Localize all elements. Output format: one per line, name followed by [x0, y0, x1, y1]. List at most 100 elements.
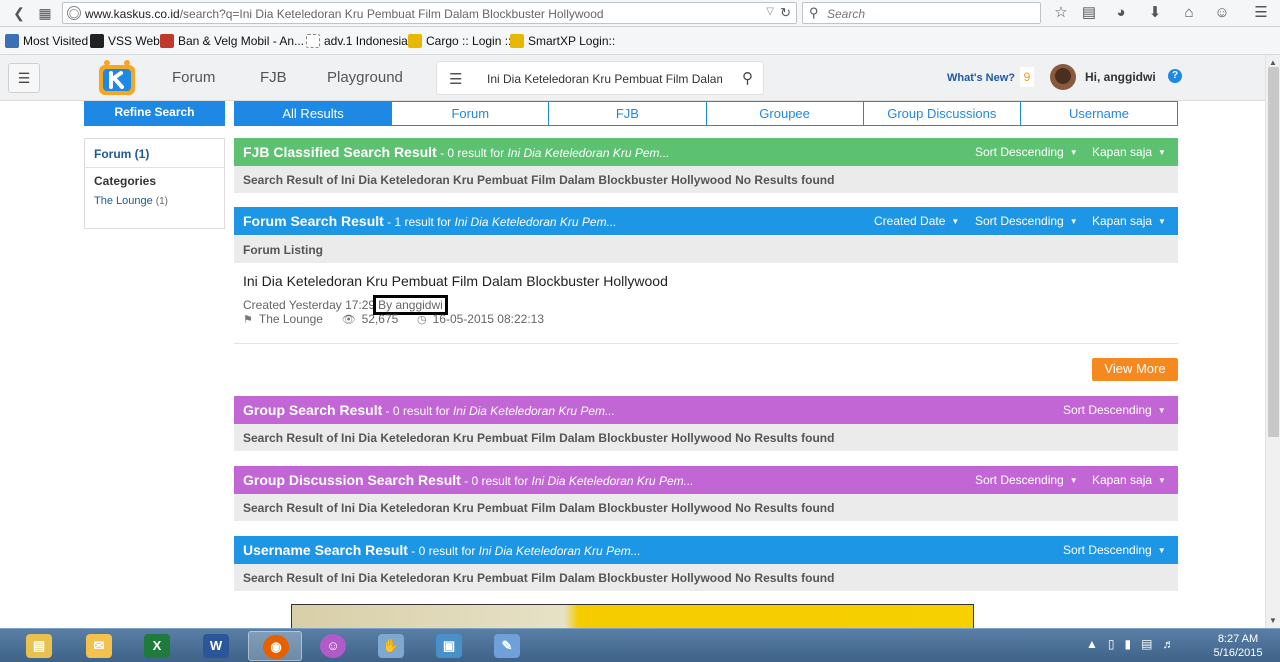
fjb-sort-dropdown[interactable]: Sort Descending ▼ — [975, 145, 1078, 159]
nav-forum[interactable]: Forum — [172, 69, 215, 86]
forum-sort-dropdown[interactable]: Sort Descending ▼ — [975, 214, 1078, 228]
thread-last-post: 16-05-2015 08:22:13 — [432, 312, 545, 326]
system-clock[interactable]: 8:27 AM 5/16/2015 — [1206, 632, 1270, 660]
tab-group-discussions[interactable]: Group Discussions — [863, 102, 1021, 125]
most-visited-icon — [5, 34, 19, 48]
forum-time-dropdown[interactable]: Kapan saja ▼ — [1092, 214, 1166, 228]
vss-icon — [90, 34, 104, 48]
menu-icon[interactable]: ☰ — [1250, 3, 1272, 23]
view-more-button[interactable]: View More — [1092, 358, 1178, 381]
search-filter-icon[interactable]: ☰ — [449, 70, 462, 88]
messenger-icon: ☺ — [320, 634, 346, 658]
categories-heading: Categories — [94, 174, 157, 188]
photo-icon: ▣ — [436, 634, 462, 658]
refine-search-button[interactable]: Refine Search — [84, 101, 225, 126]
bookmark-cargo[interactable]: Cargo :: Login :: — [408, 34, 511, 48]
filter-forum[interactable]: Forum (1) — [94, 147, 149, 161]
tray-expand-icon[interactable]: ▲ — [1086, 637, 1098, 651]
help-icon[interactable]: ? — [1168, 69, 1182, 83]
group-discussion-time-dropdown[interactable]: Kapan saja ▼ — [1092, 473, 1166, 487]
scroll-down-icon[interactable]: ▼ — [1269, 616, 1277, 625]
fjb-section-title: FJB Classified Search Result - 0 result … — [243, 144, 670, 160]
main-content: Refine Search Forum (1) Categories The L… — [0, 101, 1265, 628]
avatar[interactable] — [1050, 64, 1076, 90]
scrollbar-thumb[interactable] — [1268, 67, 1279, 437]
advertisement-banner[interactable] — [291, 604, 974, 628]
url-dropdown-icon[interactable]: ▽ — [766, 6, 774, 17]
taskbar-messenger[interactable]: ☺ — [306, 631, 360, 661]
paint-icon: ✎ — [494, 634, 520, 658]
category-item-the-lounge[interactable]: The Lounge (1) — [94, 195, 168, 207]
taskbar-word[interactable]: W — [189, 631, 243, 661]
search-icon[interactable]: ⚲ — [742, 69, 753, 87]
home-icon[interactable]: ⌂ — [1178, 3, 1200, 23]
nav-playground[interactable]: Playground — [327, 69, 403, 86]
bookmark-vss-web[interactable]: VSS Web — [90, 34, 160, 48]
globe-icon: ◯ — [67, 6, 81, 20]
forum-section-header: Forum Search Result - 1 result for Ini D… — [234, 207, 1178, 235]
pocket-icon[interactable]: ◕ — [1110, 3, 1132, 23]
tray-power-icon[interactable]: ▮ — [1125, 637, 1132, 651]
group-discussion-sort-dropdown[interactable]: Sort Descending ▼ — [975, 473, 1078, 487]
kaskus-logo[interactable] — [93, 55, 141, 101]
system-tray: ▲ ▯ ▮ ▤ ♬ — [1086, 637, 1175, 651]
bookmark-most-visited[interactable]: Most Visited — [5, 34, 88, 48]
tray-app-icon[interactable]: ▯ — [1108, 637, 1115, 651]
tab-username[interactable]: Username — [1020, 102, 1178, 125]
group-sort-dropdown[interactable]: Sort Descending ▼ — [1063, 403, 1166, 417]
taskbar-outlook[interactable]: ✉ — [72, 631, 126, 661]
firefox-icon: ◉ — [263, 635, 289, 659]
bookmark-adv1[interactable]: adv.1 Indonesia — [306, 34, 408, 48]
tab-all-results[interactable]: All Results — [235, 102, 393, 125]
taskbar-paint[interactable]: ✎ — [480, 631, 534, 661]
fjb-time-dropdown[interactable]: Kapan saja ▼ — [1092, 145, 1166, 159]
site-search-bar[interactable]: ☰ Ini Dia Keteledoran Kru Pembuat Film D… — [436, 61, 764, 95]
tray-network-icon[interactable]: ▤ — [1141, 637, 1152, 651]
whats-new-link[interactable]: What's New? — [947, 72, 1015, 84]
tab-forum[interactable]: Forum — [392, 102, 550, 125]
caret-down-icon: ▼ — [1157, 406, 1166, 415]
download-icon[interactable]: ⬇ — [1144, 3, 1166, 23]
tab-fjb[interactable]: FJB — [549, 102, 707, 125]
star-icon[interactable]: ☆ — [1050, 3, 1072, 23]
kaskus-logo-icon — [99, 60, 135, 95]
back-icon[interactable]: ❮ — [8, 3, 30, 23]
bookmark-ban-velg[interactable]: Ban & Velg Mobil - An... — [160, 34, 304, 48]
username-no-result: Search Result of Ini Dia Keteledoran Kru… — [234, 564, 1178, 591]
scroll-up-icon[interactable]: ▲ — [1269, 58, 1277, 67]
bookmarks-list-icon[interactable]: ▤ — [1078, 3, 1100, 23]
outlook-icon: ✉ — [86, 634, 112, 658]
taskbar-hand-tool[interactable]: ✋ — [364, 631, 418, 661]
hand-icon: ✋ — [378, 634, 404, 658]
taskbar-photo-viewer[interactable]: ▣ — [422, 631, 476, 661]
ban-velg-icon — [160, 34, 174, 48]
user-greeting[interactable]: Hi, anggidwi — [1085, 70, 1156, 84]
thread-category[interactable]: The Lounge — [259, 312, 323, 326]
thread-title-link[interactable]: Ini Dia Keteledoran Kru Pembuat Film Dal… — [243, 273, 668, 289]
word-icon: W — [203, 634, 229, 658]
search-icon: ⚲ — [809, 5, 819, 20]
history-icon[interactable]: ▦ — [34, 3, 56, 23]
forum-created-date-dropdown[interactable]: Created Date ▼ — [874, 214, 959, 228]
reload-icon[interactable]: ↻ — [780, 5, 791, 21]
tray-volume-icon[interactable]: ♬ — [1163, 637, 1175, 651]
thread-views: 52,675 — [361, 312, 399, 326]
notification-badge[interactable]: 9 — [1020, 67, 1034, 87]
bookmark-smartxp[interactable]: SmartXP Login:: — [510, 34, 615, 48]
taskbar-file-explorer[interactable]: ▤ — [12, 631, 66, 661]
site-search-input[interactable]: Ini Dia Keteledoran Kru Pembuat Film Dal… — [487, 72, 722, 86]
taskbar-firefox[interactable]: ◉ — [248, 631, 302, 661]
group-discussion-section-title: Group Discussion Search Result - 0 resul… — [243, 472, 694, 488]
nav-fjb[interactable]: FJB — [260, 69, 287, 86]
browser-search-input[interactable]: ⚲ Search — [802, 2, 1041, 24]
hamburger-menu-icon[interactable]: ☰ — [8, 63, 40, 93]
list-item: Ini Dia Keteledoran Kru Pembuat Film Dal… — [234, 263, 1178, 344]
chat-icon[interactable]: ☺ — [1211, 3, 1233, 23]
address-bar[interactable]: ◯ www.kaskus.co.id/search?q=Ini Dia Kete… — [62, 2, 797, 24]
page-scrollbar[interactable]: ▲ ▼ — [1265, 55, 1280, 628]
bookmarks-bar: Most Visited VSS Web Ban & Velg Mobil - … — [0, 27, 1280, 55]
excel-icon: X — [144, 634, 170, 658]
username-sort-dropdown[interactable]: Sort Descending ▼ — [1063, 543, 1166, 557]
taskbar-excel[interactable]: X — [130, 631, 184, 661]
tab-groupee[interactable]: Groupee — [706, 102, 864, 125]
